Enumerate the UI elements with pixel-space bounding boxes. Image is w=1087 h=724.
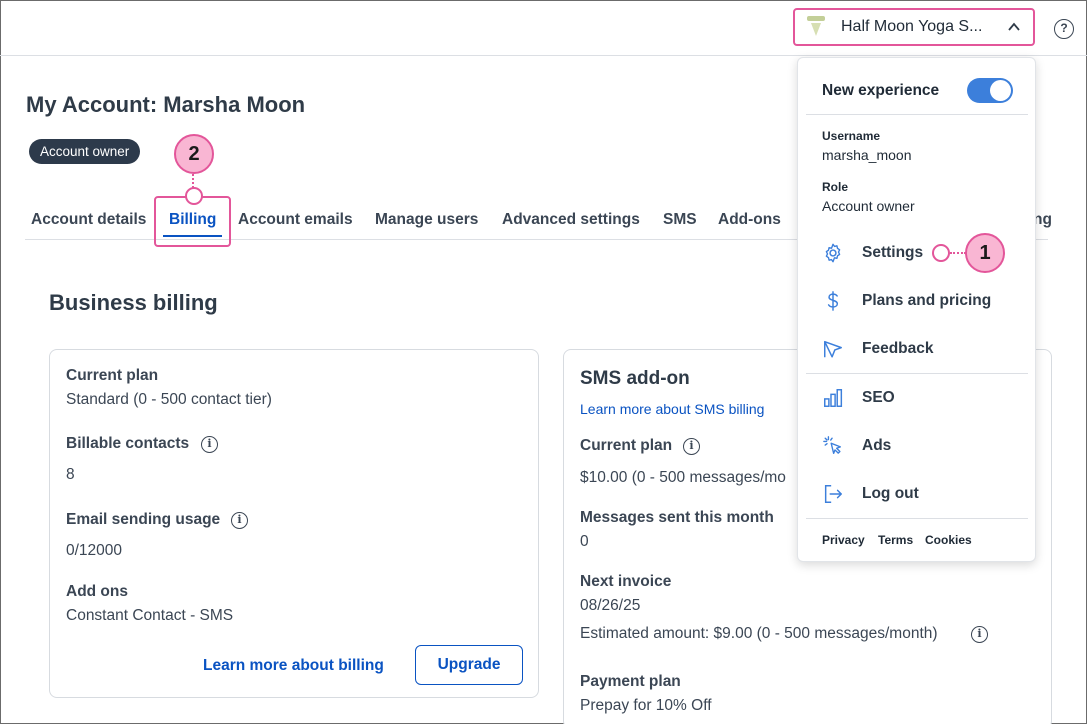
email-usage-value: 0/12000 bbox=[66, 542, 123, 559]
menu-item-label: Plans and pricing bbox=[862, 292, 992, 309]
sms-card-title: SMS add-on bbox=[580, 368, 690, 389]
account-logo-icon bbox=[805, 15, 827, 39]
messages-sent-label: Messages sent this month bbox=[580, 509, 774, 526]
messages-sent-value: 0 bbox=[580, 533, 589, 550]
add-ons-label: Add ons bbox=[66, 583, 128, 600]
role-value: Account owner bbox=[822, 198, 915, 214]
add-ons-value: Constant Contact - SMS bbox=[66, 607, 234, 624]
divider bbox=[806, 373, 1028, 374]
menu-item-log-out[interactable]: Log out bbox=[798, 474, 1035, 514]
chevron-up-icon bbox=[1008, 22, 1020, 31]
menu-item-feedback[interactable]: Feedback bbox=[798, 329, 1035, 369]
menu-item-ads[interactable]: Ads bbox=[798, 426, 1035, 466]
info-icon[interactable]: i bbox=[971, 626, 988, 643]
info-icon[interactable]: i bbox=[683, 438, 700, 455]
dollar-icon bbox=[827, 291, 839, 311]
terms-link[interactable]: Terms bbox=[878, 533, 913, 547]
logout-icon bbox=[824, 485, 842, 503]
menu-item-label: SEO bbox=[862, 389, 895, 406]
info-icon[interactable]: i bbox=[231, 512, 248, 529]
section-title: Business billing bbox=[49, 290, 218, 315]
sms-current-plan-label: Current plan bbox=[580, 437, 673, 454]
tab-advanced-settings[interactable]: Advanced settings bbox=[502, 211, 640, 229]
cookies-link[interactable]: Cookies bbox=[925, 533, 972, 547]
info-icon[interactable]: i bbox=[201, 436, 218, 453]
divider bbox=[806, 518, 1028, 519]
new-experience-toggle[interactable] bbox=[967, 78, 1013, 103]
payment-plan-label: Payment plan bbox=[580, 673, 681, 690]
callout-2-connector bbox=[192, 174, 194, 188]
megaphone-icon bbox=[824, 340, 842, 358]
username-label: Username bbox=[822, 129, 881, 143]
username-value: marsha_moon bbox=[822, 147, 912, 163]
cursor-click-icon bbox=[823, 436, 842, 455]
tab-add-ons[interactable]: Add-ons bbox=[718, 211, 781, 229]
menu-item-label: Ads bbox=[862, 437, 892, 454]
current-plan-label: Current plan bbox=[66, 367, 159, 384]
new-experience-label: New experience bbox=[822, 82, 940, 99]
privacy-link[interactable]: Privacy bbox=[822, 533, 865, 547]
callout-2-dot bbox=[185, 187, 203, 205]
account-name: Half Moon Yoga S... bbox=[841, 18, 983, 35]
account-dropdown: New experience Username marsha_moon Role… bbox=[797, 57, 1036, 562]
tab-manage-users[interactable]: Manage users bbox=[375, 211, 478, 229]
email-usage-label: Email sending usage bbox=[66, 511, 221, 528]
learn-more-sms-link[interactable]: Learn more about SMS billing bbox=[580, 401, 764, 417]
callout-1-connector bbox=[950, 252, 966, 254]
gear-icon bbox=[825, 243, 841, 263]
menu-item-label: Log out bbox=[862, 485, 919, 502]
payment-plan-value: Prepay for 10% Off bbox=[580, 697, 712, 714]
sms-current-plan-value: $10.00 (0 - 500 messages/mo bbox=[580, 469, 786, 486]
menu-item-label: Feedback bbox=[862, 340, 934, 357]
menu-item-label: Settings bbox=[862, 244, 924, 261]
upgrade-button[interactable]: Upgrade bbox=[415, 645, 523, 685]
tab-sms[interactable]: SMS bbox=[663, 211, 697, 229]
next-invoice-date: 08/26/25 bbox=[580, 597, 641, 614]
menu-item-seo[interactable]: SEO bbox=[798, 378, 1035, 418]
role-label: Role bbox=[822, 180, 849, 194]
learn-more-billing-link[interactable]: Learn more about billing bbox=[203, 657, 384, 675]
bar-chart-icon bbox=[824, 389, 843, 407]
billable-contacts-label: Billable contacts bbox=[66, 435, 190, 452]
top-bar: Half Moon Yoga S... ? bbox=[0, 0, 1087, 56]
menu-item-plans-pricing[interactable]: Plans and pricing bbox=[798, 281, 1035, 321]
callout-1-dot bbox=[932, 244, 950, 262]
callout-1: 1 bbox=[965, 233, 1005, 273]
page-title: My Account: Marsha Moon bbox=[26, 92, 306, 117]
role-badge: Account owner bbox=[29, 139, 141, 164]
current-plan-value: Standard (0 - 500 contact tier) bbox=[66, 391, 272, 408]
plan-card: Current plan Standard (0 - 500 contact t… bbox=[49, 349, 539, 698]
tab-account-details[interactable]: Account details bbox=[31, 211, 146, 229]
help-icon[interactable]: ? bbox=[1054, 19, 1074, 39]
callout-2: 2 bbox=[174, 134, 214, 174]
estimated-amount: Estimated amount: $9.00 (0 - 500 message… bbox=[580, 625, 938, 642]
tab-account-emails[interactable]: Account emails bbox=[238, 211, 353, 229]
billable-contacts-value: 8 bbox=[66, 466, 75, 483]
divider bbox=[806, 114, 1028, 115]
next-invoice-label: Next invoice bbox=[580, 573, 672, 590]
account-switcher[interactable]: Half Moon Yoga S... bbox=[793, 8, 1035, 46]
